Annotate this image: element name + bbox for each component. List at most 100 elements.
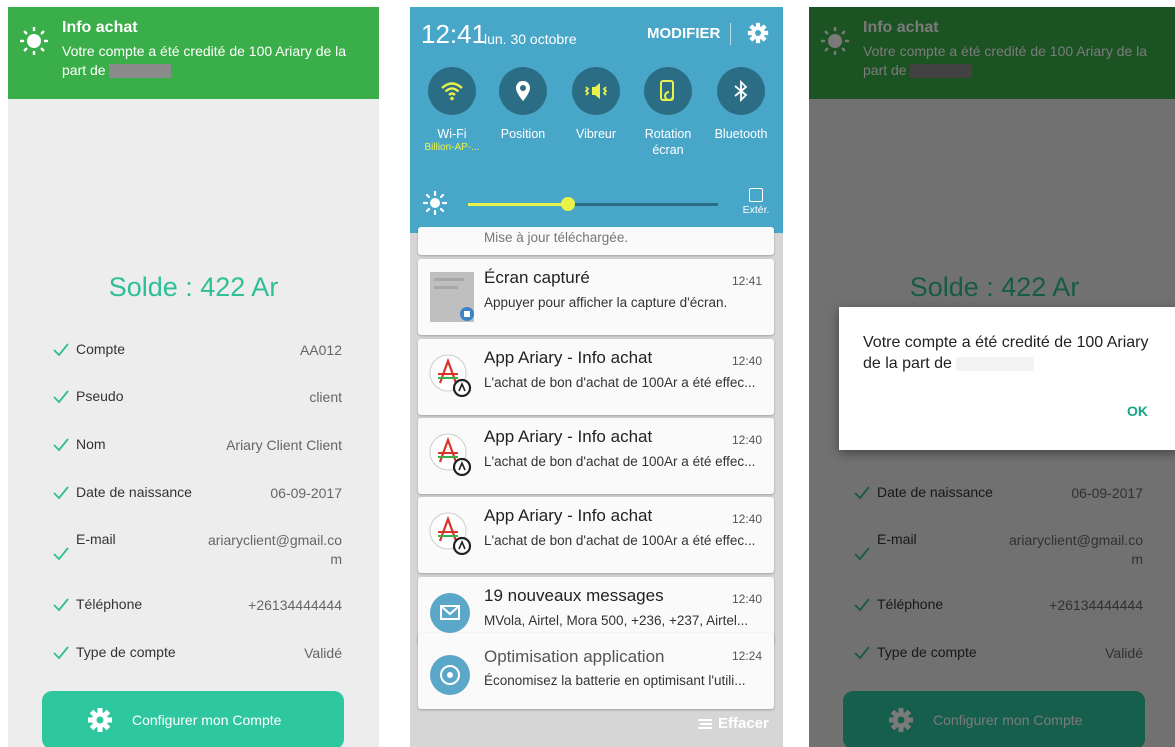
ok-button[interactable]: OK: [1127, 403, 1148, 419]
brightness-slider[interactable]: [468, 197, 718, 211]
qs-label: Vibreur: [575, 127, 617, 141]
notification-title: 19 nouveaux messages: [484, 586, 664, 605]
banner-message: Votre compte a été credité de 100 Ariary…: [62, 43, 347, 79]
gear-icon: [88, 708, 112, 732]
clear-label: Effacer: [718, 715, 769, 732]
date-label: lun. 30 octobre: [484, 31, 577, 47]
quick-settings-panel: 12:41 lun. 30 octobre MODIFIER Wi-Fi Bil…: [410, 7, 783, 233]
optimize-icon: [430, 655, 470, 695]
info-value: +26134444444: [248, 597, 342, 613]
clear-all-button[interactable]: Effacer: [698, 715, 769, 732]
notification-time: 12:24: [731, 649, 762, 663]
outdoor-mode-toggle[interactable]: Extér.: [736, 188, 776, 216]
notification-card[interactable]: Écran capturé 12:41 Appuyer pour affiche…: [418, 259, 774, 335]
notification-time: 12:40: [731, 354, 762, 368]
balance-title: Solde : 422 Ar: [108, 272, 279, 302]
notification-card[interactable]: Optimisation application 12:24 Économise…: [418, 633, 774, 709]
brightness-icon: [423, 191, 447, 215]
configure-account-button[interactable]: Configurer mon Compte: [42, 691, 344, 747]
check-icon: [53, 486, 69, 500]
checkbox: [749, 188, 763, 202]
ariary-app-icon: [429, 512, 472, 555]
qs-label: Bluetooth: [714, 127, 768, 141]
check-icon: [53, 598, 69, 612]
banner-title: Info achat: [62, 19, 138, 36]
info-label: Téléphone: [76, 596, 143, 612]
qs-label: Rotation: [644, 127, 692, 141]
wifi-icon: [441, 82, 463, 101]
notification-banner[interactable]: Info achat Votre compte a été credité de…: [8, 7, 379, 99]
brightness-fill: [468, 203, 568, 206]
qs-wifi[interactable]: Wi-Fi Billion-AP-...: [416, 67, 488, 154]
notification-card[interactable]: App Ariary - Info achat 12:40 L'achat de…: [418, 418, 774, 494]
notification-title: App Ariary - Info achat: [484, 506, 653, 525]
divider: [730, 23, 731, 45]
check-icon: [53, 438, 69, 452]
check-icon: [53, 646, 69, 660]
ariary-app-icon: [429, 433, 472, 476]
check-icon: [53, 343, 69, 357]
info-value: Validé: [304, 645, 342, 661]
info-label: Type de compte: [76, 644, 176, 660]
notification-time: 12:40: [731, 433, 762, 447]
qs-position-circle: [499, 67, 547, 115]
qs-position[interactable]: Position: [487, 67, 559, 142]
rotation-icon: [660, 80, 674, 101]
notification-shade-screen: 12:41 lun. 30 octobre MODIFIER Wi-Fi Bil…: [410, 7, 783, 747]
redacted-name: [109, 64, 172, 79]
qs-bluetooth[interactable]: Bluetooth: [705, 67, 777, 142]
notification-time: 12:41: [731, 274, 762, 288]
qs-rotation-circle: [644, 67, 692, 115]
notification-text: L'achat de bon d'achat de 100Ar a été ef…: [484, 533, 756, 548]
qs-label: Position: [500, 127, 546, 141]
dialog-message: Votre compte a été credité de 100 Ariary…: [863, 334, 1149, 372]
info-label: Date de naissance: [76, 484, 192, 500]
message-icon: [430, 593, 470, 633]
qs-label: Wi-Fi: [437, 127, 467, 141]
info-value: AA012: [299, 342, 342, 358]
info-value: client: [309, 389, 342, 405]
notification-card[interactable]: App Ariary - Info achat 12:40 L'achat de…: [418, 339, 774, 415]
notification-text: Économisez la batterie en optimisant l'u…: [484, 673, 746, 688]
notification-title: App Ariary - Info achat: [484, 427, 653, 446]
notification-title: Optimisation application: [484, 647, 665, 666]
credit-dialog: Votre compte a été credité de 100 Ariary…: [839, 307, 1175, 450]
qs-sub: Billion-AP-...: [424, 142, 480, 153]
ariary-app-icon: [429, 354, 472, 397]
notification-text: Mise à jour téléchargée.: [484, 230, 629, 245]
notification-text: L'achat de bon d'achat de 100Ar a été ef…: [484, 375, 756, 390]
check-icon: [53, 390, 69, 404]
settings-gear-icon[interactable]: [747, 22, 769, 44]
qs-vibreur-circle: [572, 67, 620, 115]
configure-label: Configurer mon Compte: [132, 712, 282, 728]
account-screen-dialog: Info achat Votre compte a été credité de…: [809, 7, 1175, 747]
notification-time: 12:40: [731, 592, 762, 606]
info-label: Nom: [76, 436, 106, 452]
notification-card[interactable]: App Ariary - Info achat 12:40 L'achat de…: [418, 497, 774, 573]
redacted-name: [956, 356, 1035, 371]
qs-bluetooth-circle: [717, 67, 765, 115]
notification-text: Appuyer pour afficher la capture d'écran…: [484, 295, 728, 310]
brightness-thumb[interactable]: [561, 197, 575, 211]
notification-text: L'achat de bon d'achat de 100Ar a été ef…: [484, 454, 756, 469]
qs-vibreur[interactable]: Vibreur: [560, 67, 632, 142]
info-label: Pseudo: [76, 388, 124, 404]
qs-sub: écran: [652, 143, 684, 157]
vibrate-icon: [584, 83, 608, 99]
notification-title: App Ariary - Info achat: [484, 348, 653, 367]
clear-icon: [698, 719, 712, 730]
info-value: 06-09-2017: [270, 485, 342, 501]
clock: 12:41: [421, 19, 487, 49]
screenshot-icon: [430, 272, 474, 322]
notification-time: 12:40: [731, 512, 762, 526]
info-label: E-mail: [76, 531, 116, 547]
bluetooth-icon: [734, 79, 748, 103]
location-icon: [516, 81, 530, 101]
notification-text: MVola, Airtel, Mora 500, +236, +237, Air…: [484, 613, 749, 628]
notification-card-partial[interactable]: Mise à jour téléchargée.: [418, 227, 774, 255]
qs-rotation[interactable]: Rotation écran: [632, 67, 704, 158]
info-label: Compte: [76, 341, 126, 357]
qs-wifi-circle: [428, 67, 476, 115]
ext-label: Extér.: [742, 204, 770, 216]
modifier-button[interactable]: MODIFIER: [647, 25, 720, 42]
